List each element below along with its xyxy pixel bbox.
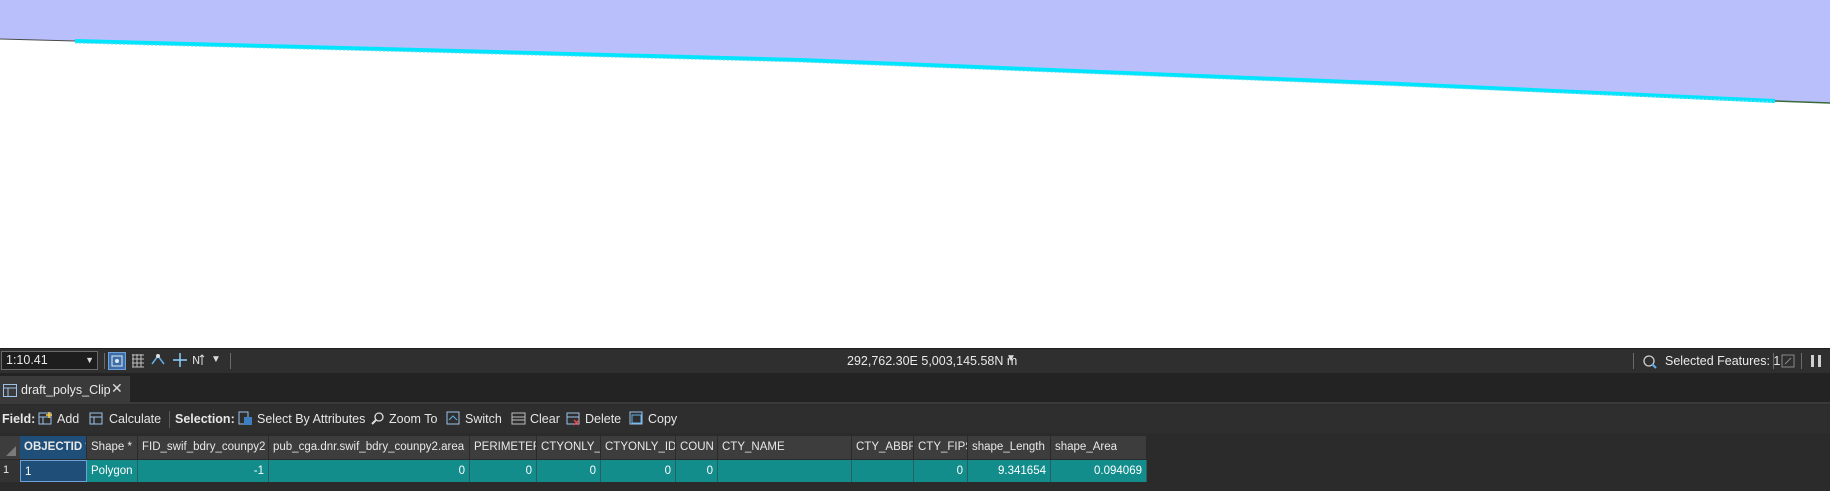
tab-underline [0,402,1830,404]
separator [1773,353,1774,369]
scale-selector[interactable]: 1:10.41 ▼ [1,351,98,370]
delete-selection-button[interactable]: Delete [585,412,621,426]
column-header-shape-length[interactable]: shape_Length [968,436,1051,459]
copy-button[interactable]: Copy [648,412,677,426]
row-header[interactable]: 1 [0,460,20,482]
select-all-corner[interactable] [0,436,21,459]
refresh-pause-icon[interactable] [1780,353,1798,371]
crosshair-icon[interactable] [172,352,190,370]
column-header-area[interactable]: pub_cga.dnr.swif_bdry_counpy2.area [269,436,470,459]
clear-selection-icon[interactable] [511,411,526,426]
zoom-to-icon[interactable] [370,411,385,426]
attribute-table-tabs: draft_polys_Clip ✕ [0,373,1830,403]
zoom-to-button[interactable]: Zoom To [389,412,437,426]
add-field-button[interactable]: Add [57,412,79,426]
cell-perimeter[interactable]: 0 [470,460,537,482]
field-label: Field: [2,412,36,426]
attribute-table: OBJECTID * Shape * FID_swif_bdry_counpy2… [0,436,1830,491]
cell-area[interactable]: 0 [269,460,470,482]
cell-ctyonly[interactable]: 0 [537,460,601,482]
copy-icon[interactable] [629,411,644,426]
scale-value: 1:10.41 [6,353,48,367]
cell-cty-fips[interactable]: 0 [914,460,968,482]
column-header-cty-abbr[interactable]: CTY_ABBR [852,436,914,459]
pause-drawing-icon[interactable] [1808,353,1826,371]
switch-selection-icon[interactable] [446,411,461,426]
selection-label: Selection: [175,412,235,426]
delete-selection-icon[interactable] [566,411,581,426]
polygon-feature[interactable] [0,0,1830,103]
column-header-shape[interactable]: Shape * [87,436,138,459]
clear-selection-button[interactable]: Clear [530,412,560,426]
column-header-perimeter[interactable]: PERIMETER [470,436,537,459]
column-header-coun[interactable]: COUN [676,436,718,459]
column-header-ctyonly[interactable]: CTYONLY_ [537,436,601,459]
column-header-ctyonly-id[interactable]: CTYONLY_ID [601,436,676,459]
table-toolbar: Field: Add Calculate Selection: Select B… [0,405,1830,433]
constraints-icon[interactable] [150,352,168,370]
calculate-icon[interactable] [89,411,104,426]
separator [230,353,231,369]
svg-text:N: N [192,354,200,367]
chevron-down-icon[interactable]: ▼ [211,354,229,372]
cell-shape[interactable]: Polygon [87,460,138,482]
table-row[interactable]: 1 Polygon -1 0 0 0 0 0 0 9.341654 0.0940… [20,460,1147,482]
select-by-attributes-icon[interactable] [238,411,253,426]
cell-shape-area[interactable]: 0.094069 [1051,460,1147,482]
column-header-cty-fips[interactable]: CTY_FIPS [914,436,968,459]
cell-ctyonly-id[interactable]: 0 [601,460,676,482]
selected-features-icon [1642,353,1660,371]
add-field-icon[interactable] [38,411,53,426]
snapping-icon[interactable] [108,352,126,370]
cell-shape-length[interactable]: 9.341654 [968,460,1051,482]
separator [1633,353,1634,369]
map-view[interactable] [0,0,1830,348]
table-icon [3,384,17,402]
column-header-fid[interactable]: FID_swif_bdry_counpy2 [138,436,269,459]
cell-fid[interactable]: -1 [138,460,269,482]
switch-selection-button[interactable]: Switch [465,412,502,426]
tab-label: draft_polys_Clip [21,383,111,397]
column-header-cty-name[interactable]: CTY_NAME [718,436,852,459]
map-status-bar: 1:10.41 ▼ N ▼ 292,762.30E 5,003,145.58N … [0,348,1830,373]
grid-icon[interactable] [130,352,148,370]
cell-cty-name[interactable] [718,460,852,482]
chevron-down-icon[interactable]: ▼ [85,352,94,369]
column-header-objectid[interactable]: OBJECTID * [20,436,87,459]
tab-draft-polys-clip[interactable]: draft_polys_Clip ✕ [0,376,130,403]
coordinate-readout: 292,762.30E 5,003,145.58N m [847,354,1018,368]
selected-features-count[interactable]: Selected Features: 1 [1665,354,1780,368]
cell-coun[interactable]: 0 [676,460,718,482]
cell-objectid[interactable]: 1 [20,460,87,482]
separator [104,353,105,369]
row-number: 1 [3,464,10,476]
calculate-button[interactable]: Calculate [109,412,161,426]
select-by-attributes-button[interactable]: Select By Attributes [257,412,365,426]
column-header-shape-area[interactable]: shape_Area [1051,436,1147,459]
cell-cty-abbr[interactable] [852,460,914,482]
close-icon[interactable]: ✕ [111,380,123,397]
separator [1801,353,1802,369]
table-header: OBJECTID * Shape * FID_swif_bdry_counpy2… [0,436,1147,459]
separator [169,411,170,428]
chevron-down-icon[interactable]: ▼ [1006,353,1016,364]
north-arrow-icon[interactable]: N [191,352,209,370]
